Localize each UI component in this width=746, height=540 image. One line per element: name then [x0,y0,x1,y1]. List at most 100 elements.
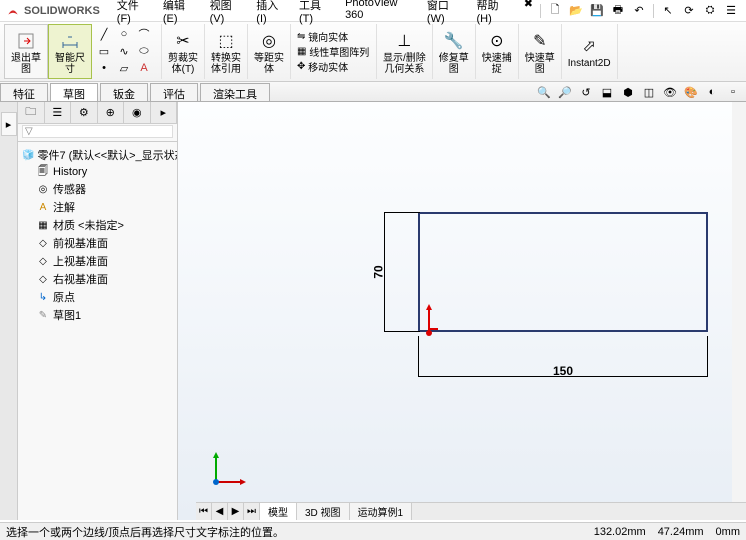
hide-show-icon[interactable]: 👁 [661,84,679,100]
select-icon[interactable]: ↖ [659,2,677,20]
fm-more-tab-icon[interactable]: ▸ [151,102,178,123]
quick-snap-button[interactable]: ⊙ 快速捕 捉 [476,24,519,79]
exit-sketch-button[interactable]: 退出草 图 [4,24,48,79]
status-coord-z: 0mm [716,526,740,538]
dimension-vertical[interactable]: 70 [378,212,392,332]
spline-tool-icon[interactable]: ∿ [114,43,134,59]
smart-dimension-icon [58,29,82,53]
section-view-icon[interactable]: ⬓ [598,84,616,100]
circle-tool-icon[interactable]: ○ [114,26,134,42]
rebuild-icon[interactable]: ⟳ [680,2,698,20]
tree-sketch1[interactable]: ✎草图1 [20,306,175,324]
menu-file[interactable]: 文件(F) [112,0,156,27]
tab-sketch[interactable]: 草图 [50,83,98,101]
arc-tool-icon[interactable]: ⌒ [134,26,154,42]
tree-material[interactable]: ▦材质 <未指定> [20,216,175,234]
quick-access-toolbar: 🗋 📂 💾 🖶 ↶ ↖ ⟳ ⛭ ☰ [538,2,746,20]
tree-right-plane[interactable]: ◇右视基准面 [20,270,175,288]
open-doc-icon[interactable]: 📂 [567,2,585,20]
tree-annotations[interactable]: A注解 [20,198,175,216]
zoom-area-icon[interactable]: 🔎 [556,84,574,100]
display-relations-button[interactable]: ⊥ 显示/删除 几何关系 [377,24,433,79]
tree-origin[interactable]: ↳原点 [20,288,175,306]
reference-triad[interactable] [208,450,248,490]
feature-manager-panel: 🗀 ☰ ⚙ ⊕ ◉ ▸ 🧊零件7 (默认<<默认>_显示状态 1>) 🗐Hist… [18,102,178,520]
app-logo: SOLIDWORKS [0,4,106,18]
menu-photoview[interactable]: PhotoView 360 [340,0,420,27]
graphics-area[interactable]: 70 150 *前视 ⏮ ◀ ▶ ⏭ 模型 3D 视图 [178,102,746,520]
tree-sensors[interactable]: ◎传感器 [20,180,175,198]
tree-root[interactable]: 🧊零件7 (默认<<默认>_显示状态 1>) [20,146,175,164]
convert-entities-button[interactable]: ⬚ 转换实 体引用 [205,24,248,79]
tree-history[interactable]: 🗐History [20,164,175,180]
prev-view-icon[interactable]: ↺ [577,84,595,100]
print-icon[interactable]: 🖶 [609,2,627,20]
move-entities-icon[interactable]: ✥ [297,61,305,72]
fm-property-tab-icon[interactable]: ☰ [45,102,72,123]
tab-sheetmetal[interactable]: 钣金 [100,83,148,101]
smart-dimension-button[interactable]: 智能尺 寸 [48,24,92,79]
bottom-tab-motion[interactable]: 运动算例1 [350,503,413,520]
side-tab-arrow-icon[interactable]: ▸ [1,112,17,136]
menu-edit[interactable]: 编辑(E) [158,0,203,27]
bottom-tab-model[interactable]: 模型 [260,503,297,520]
menu-help[interactable]: 帮助(H) [472,0,517,27]
linear-pattern-icon[interactable]: ▦ [297,46,306,57]
tab-evaluate[interactable]: 评估 [150,83,198,101]
new-doc-icon[interactable]: 🗋 [546,2,564,20]
solidworks-logo-icon [6,4,20,18]
ellipse-tool-icon[interactable]: ⬭ [134,43,154,59]
tab-scroll-first-icon[interactable]: ⏮ [196,503,212,520]
save-icon[interactable]: 💾 [588,2,606,20]
origin-point[interactable] [426,330,432,336]
trim-entities-button[interactable]: ✂ 剪裁实 体(T) [162,24,205,79]
display-style-icon[interactable]: ◫ [640,84,658,100]
plane-tool-icon[interactable]: ▱ [114,60,134,76]
tree-filter-input[interactable] [22,125,173,138]
options-icon[interactable]: ⛭ [701,2,719,20]
sketch-icon: ✎ [36,308,50,322]
tree-top-plane[interactable]: ◇上视基准面 [20,252,175,270]
bottom-tab-3dview[interactable]: 3D 视图 [297,503,350,520]
fm-config-tab-icon[interactable]: ⚙ [71,102,98,123]
view-settings-icon[interactable]: ▫ [724,84,742,100]
rapid-sketch-button[interactable]: ✎ 快速草 图 [519,24,562,79]
line-tool-icon[interactable]: ╱ [94,26,114,42]
appearance-icon[interactable]: 🎨 [682,84,700,100]
fm-dim-tab-icon[interactable]: ⊕ [98,102,125,123]
instant2d-button[interactable]: ⬀ Instant2D [562,24,618,79]
tab-feature[interactable]: 特征 [0,83,48,101]
tab-scroll-prev-icon[interactable]: ◀ [212,503,228,520]
rect-tool-icon[interactable]: ▭ [94,43,114,59]
menu-view[interactable]: 视图(V) [205,0,250,27]
text-tool-icon[interactable]: A [134,60,154,76]
tab-render[interactable]: 渲染工具 [200,83,270,101]
point-tool-icon[interactable]: • [94,60,114,76]
triad-icon [208,450,248,490]
undo-icon[interactable]: ↶ [630,2,648,20]
mirror-icon[interactable]: ⇋ [297,31,305,42]
fm-display-tab-icon[interactable]: ◉ [124,102,151,123]
menu-tools[interactable]: 工具(T) [294,0,338,27]
offset-entities-button[interactable]: ◎ 等距实 体 [248,24,291,79]
fm-tree-tab-icon[interactable]: 🗀 [18,102,45,123]
feature-manager-tabs: 🗀 ☰ ⚙ ⊕ ◉ ▸ [18,102,177,124]
tree-front-plane[interactable]: ◇前视基准面 [20,234,175,252]
zoom-fit-icon[interactable]: 🔍 [535,84,553,100]
scene-icon[interactable]: ◐ [703,84,721,100]
menu-search-icon[interactable]: ✖ [519,0,538,27]
repair-sketch-button[interactable]: 🔧 修复草 图 [433,24,476,79]
relations-icon: ⊥ [392,29,416,53]
tab-scroll-last-icon[interactable]: ⏭ [244,503,260,520]
tab-scroll-next-icon[interactable]: ▶ [228,503,244,520]
status-message: 选择一个或两个边线/顶点后再选择尺寸文字标注的位置。 [6,524,284,540]
menu-insert[interactable]: 插入(I) [251,0,292,27]
sketch-rectangle[interactable] [418,212,708,332]
plane-icon: ◇ [36,236,50,250]
plane-icon: ◇ [36,272,50,286]
dimension-horizontal[interactable]: 150 [418,370,708,384]
menu-window[interactable]: 窗口(W) [422,0,470,27]
view-orient-icon[interactable]: ⬢ [619,84,637,100]
plane-icon: ◇ [36,254,50,268]
settings-icon[interactable]: ☰ [722,2,740,20]
